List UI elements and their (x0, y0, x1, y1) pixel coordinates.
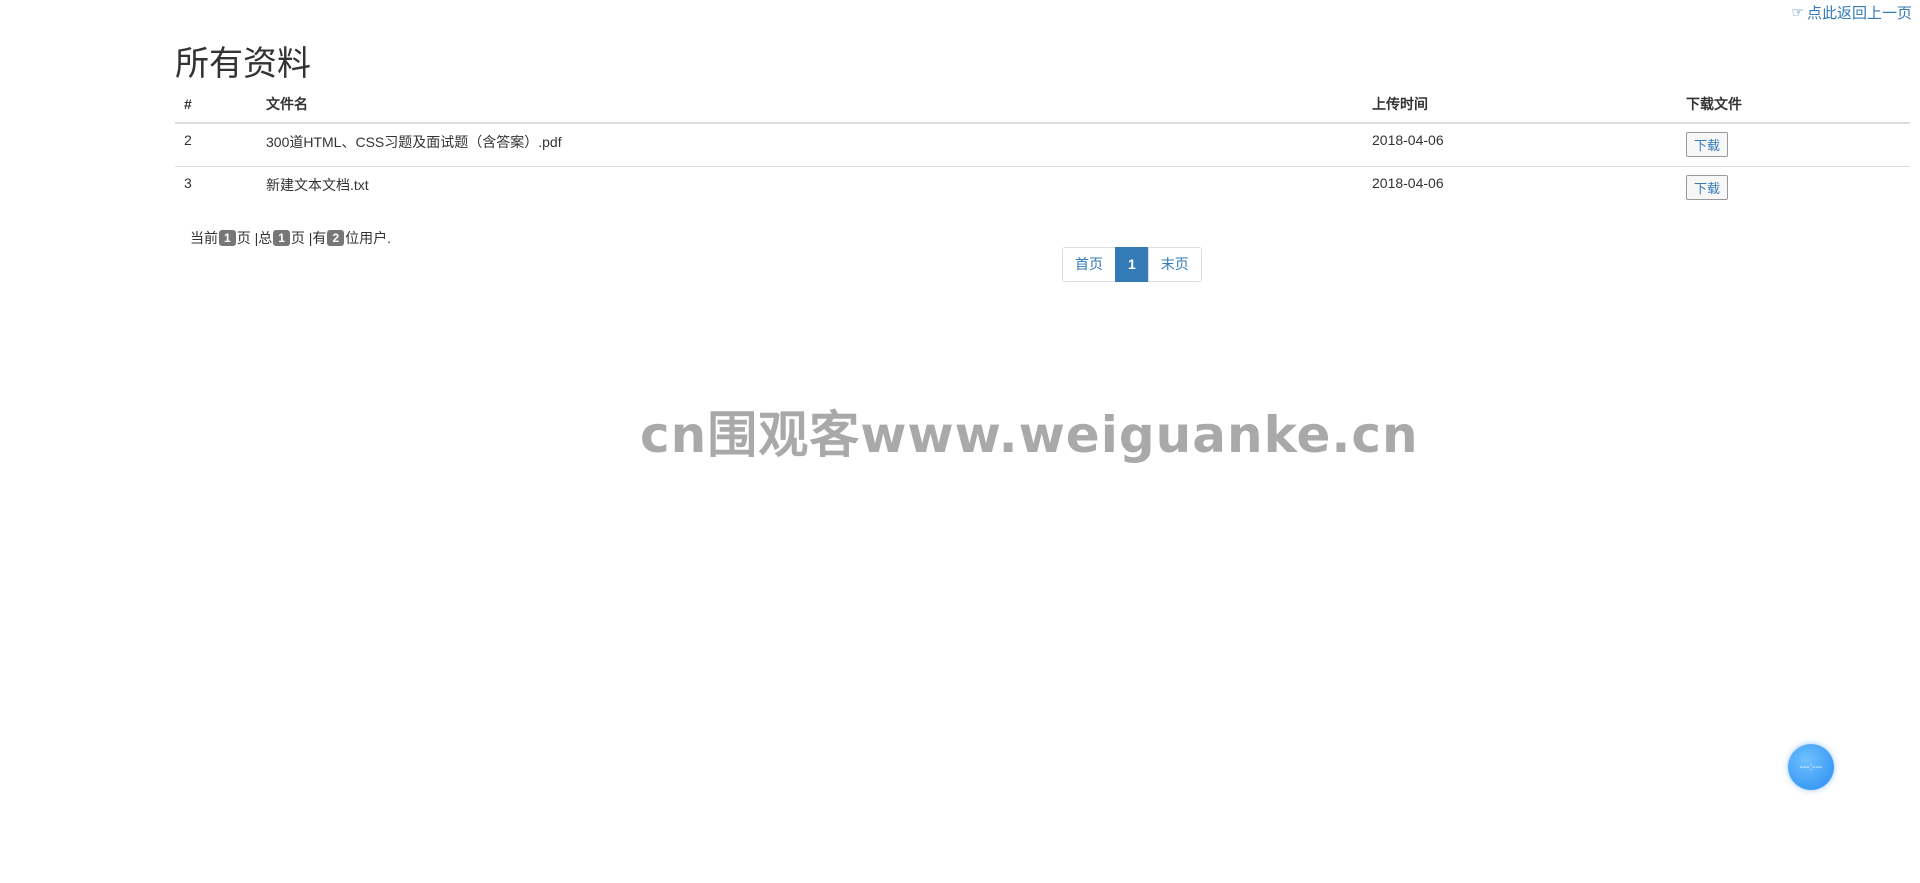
cell-upload-time: 2018-04-06 (1363, 166, 1677, 209)
header-filename: 文件名 (257, 86, 1363, 124)
cell-download: 下载 (1677, 123, 1910, 167)
pager-info: 当前 1 页 |总 1 页 |有 2 位用户. (190, 228, 391, 248)
pager-text-current-prefix: 当前 (190, 230, 218, 246)
first-page-link[interactable]: 首页 (1062, 247, 1116, 282)
table-row: 2 300道HTML、CSS习题及面试题（含答案）.pdf 2018-04-06… (175, 123, 1910, 167)
cell-filename: 300道HTML、CSS习题及面试题（含答案）.pdf (266, 134, 562, 150)
floating-action-icon: ---:--- (1799, 761, 1823, 773)
pager-text-users-prefix: 页 |有 (290, 230, 327, 246)
cell-download: 下载 (1677, 166, 1910, 209)
header-download: 下载文件 (1677, 86, 1910, 124)
page-1-link[interactable]: 1 (1115, 247, 1149, 282)
cell-filename: 新建文本文档.txt (257, 166, 1363, 209)
pagination: 首页 1 末页 (1062, 247, 1202, 282)
page-title: 所有资料 (175, 44, 311, 84)
current-page-badge: 1 (219, 230, 236, 246)
back-link[interactable]: ☞ 点此返回上一页 (1791, 2, 1912, 23)
download-button[interactable]: 下载 (1686, 132, 1729, 157)
cell-num: 3 (175, 166, 257, 209)
total-pages-badge: 1 (273, 230, 290, 246)
hand-pointer-icon: ☞ (1791, 4, 1804, 20)
cell-upload-time: 2018-04-06 (1372, 132, 1444, 148)
header-upload-time: 上传时间 (1363, 86, 1677, 124)
user-count-badge: 2 (327, 230, 345, 246)
table-header-row: # 文件名 上传时间 下载文件 (175, 86, 1910, 124)
cell-num: 2 (184, 132, 192, 148)
floating-action-button[interactable]: ---:--- (1788, 744, 1834, 790)
pager-text-total-prefix: 页 |总 (236, 230, 273, 246)
download-button[interactable]: 下载 (1686, 175, 1729, 200)
table-row: 3 新建文本文档.txt 2018-04-06 下载 (175, 166, 1910, 209)
header-num: # (175, 86, 257, 124)
pager-text-users-suffix: 位用户. (345, 230, 392, 246)
last-page-link[interactable]: 末页 (1147, 247, 1202, 282)
files-table: # 文件名 上传时间 下载文件 2 300道HTML、CSS习题及面试题（含答案… (175, 86, 1910, 209)
back-link-label: 点此返回上一页 (1806, 5, 1912, 22)
watermark: cn围观客www.weiguanke.cn (640, 406, 1419, 464)
